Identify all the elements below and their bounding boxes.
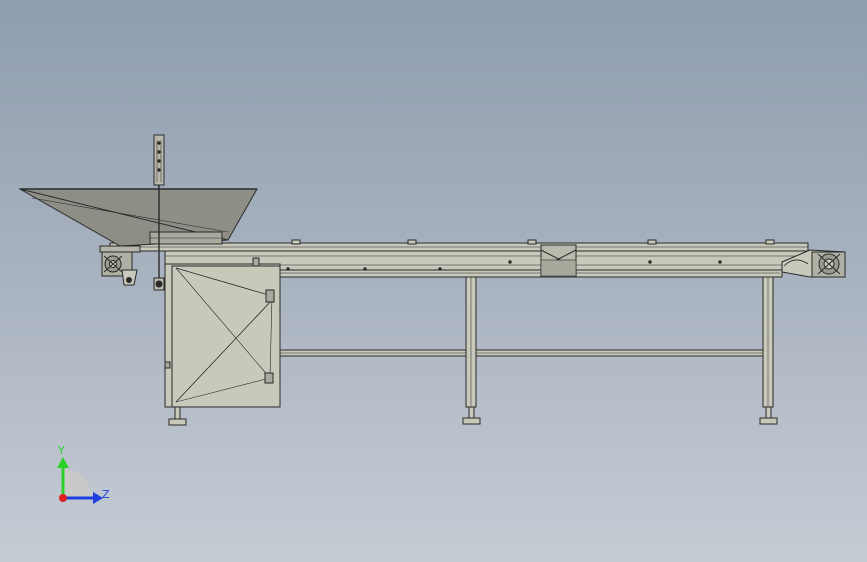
x-axis-dot <box>59 494 67 502</box>
y-axis-label: Y <box>57 444 65 457</box>
feed-hopper <box>18 188 258 253</box>
cad-viewport[interactable]: Y Z <box>0 0 867 562</box>
triad-quadrant <box>63 469 92 498</box>
control-cabinet <box>164 257 281 408</box>
conveyor-drawing: Y Z <box>18 134 846 504</box>
z-axis-label: Z <box>102 488 110 501</box>
y-axis-arrowhead <box>57 457 69 468</box>
tail-end-roller <box>101 251 138 286</box>
frame-stretchers <box>279 349 764 357</box>
orientation-triad: Y Z <box>57 444 110 504</box>
